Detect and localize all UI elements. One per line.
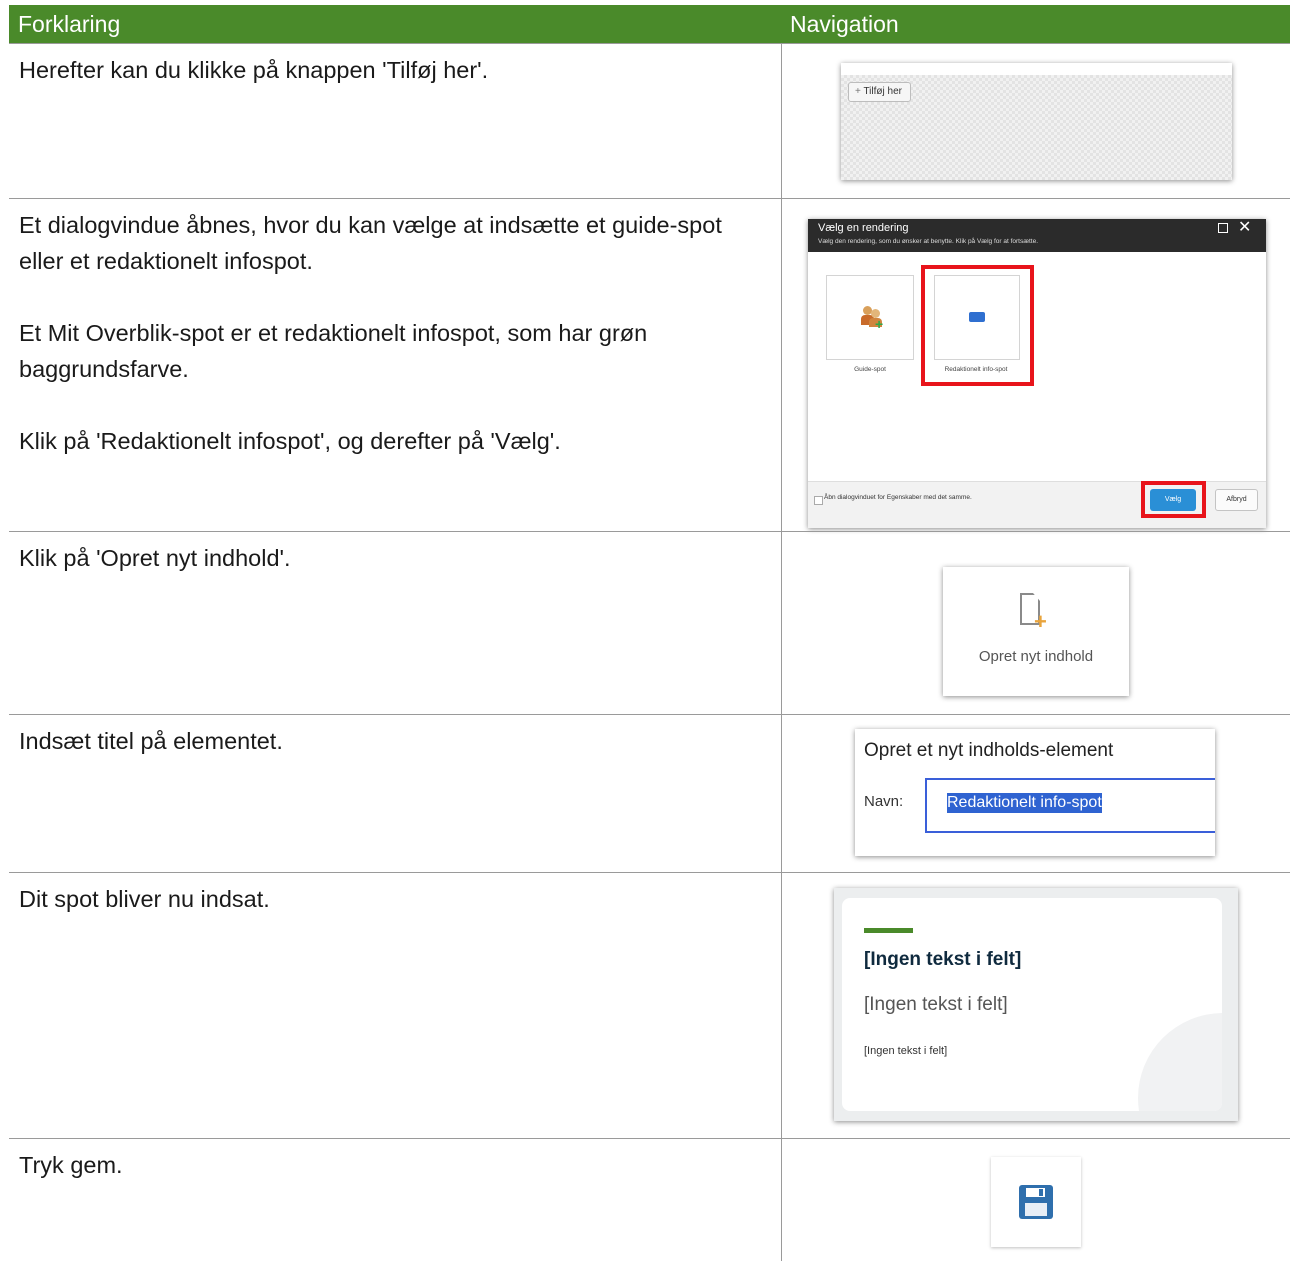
add-here-button[interactable]: + Tilføj her	[848, 82, 911, 102]
save-icon	[1019, 1185, 1053, 1219]
create-content-screenshot[interactable]: + Opret nyt indhold	[943, 567, 1129, 696]
afbryd-button[interactable]: Afbryd	[1215, 489, 1258, 511]
tilfoj-her-screenshot: + Tilføj her	[841, 63, 1232, 180]
spot-preview-screenshot: [Ingen tekst i felt] [Ingen tekst i felt…	[834, 888, 1238, 1121]
header-forklaring: Forklaring	[18, 11, 121, 37]
guide-spot-option[interactable]: +	[826, 275, 914, 360]
name-input[interactable]: Redaktionelt info-spot	[925, 778, 1215, 833]
highlight-frame	[1141, 481, 1206, 518]
new-item-screenshot: Opret et nyt indholds-element Navn: Reda…	[855, 729, 1215, 856]
header-navigation: Navigation	[790, 11, 899, 37]
spot-card: [Ingen tekst i felt] [Ingen tekst i felt…	[842, 898, 1222, 1111]
rendering-dialog-screenshot: Vælg en rendering Vælg den rendering, so…	[808, 219, 1266, 528]
row-text: Indsæt titel på elementet.	[19, 728, 283, 754]
highlight-frame	[921, 265, 1034, 386]
table-row: Tryk gem.	[9, 1138, 1290, 1261]
users-icon: +	[861, 306, 883, 331]
table-header: Forklaring Navigation	[9, 5, 1290, 43]
table-row: Dit spot bliver nu indsat. [Ingen tekst …	[9, 872, 1290, 1138]
table-row: Et dialogvindue åbnes, hvor du kan vælge…	[9, 198, 1290, 531]
maximize-icon[interactable]	[1218, 223, 1228, 233]
table-row: Herefter kan du klikke på knappen 'Tilfø…	[9, 43, 1290, 198]
decorative-corner	[1138, 1013, 1222, 1111]
table-row: Klik på 'Opret nyt indhold'. + Opret nyt…	[9, 531, 1290, 714]
dialog-titlebar: Vælg en rendering Vælg den rendering, so…	[808, 219, 1266, 252]
new-document-icon: +	[1020, 593, 1047, 633]
row-text: Dit spot bliver nu indsat.	[19, 886, 270, 912]
table-row: Indsæt titel på elementet. Opret et nyt …	[9, 714, 1290, 872]
row-text: Et dialogvindue åbnes, hvor du kan vælge…	[19, 212, 722, 454]
checkbox[interactable]	[814, 496, 823, 505]
dialog-footer: Åbn dialogvinduet for Egenskaber med det…	[808, 481, 1266, 528]
row-text: Klik på 'Opret nyt indhold'.	[19, 545, 291, 571]
close-icon[interactable]: ✕	[1238, 219, 1251, 237]
row-text: Herefter kan du klikke på knappen 'Tilfø…	[19, 57, 489, 83]
row-text: Tryk gem.	[19, 1152, 123, 1178]
save-button[interactable]	[991, 1157, 1081, 1247]
accent-bar	[864, 928, 913, 933]
